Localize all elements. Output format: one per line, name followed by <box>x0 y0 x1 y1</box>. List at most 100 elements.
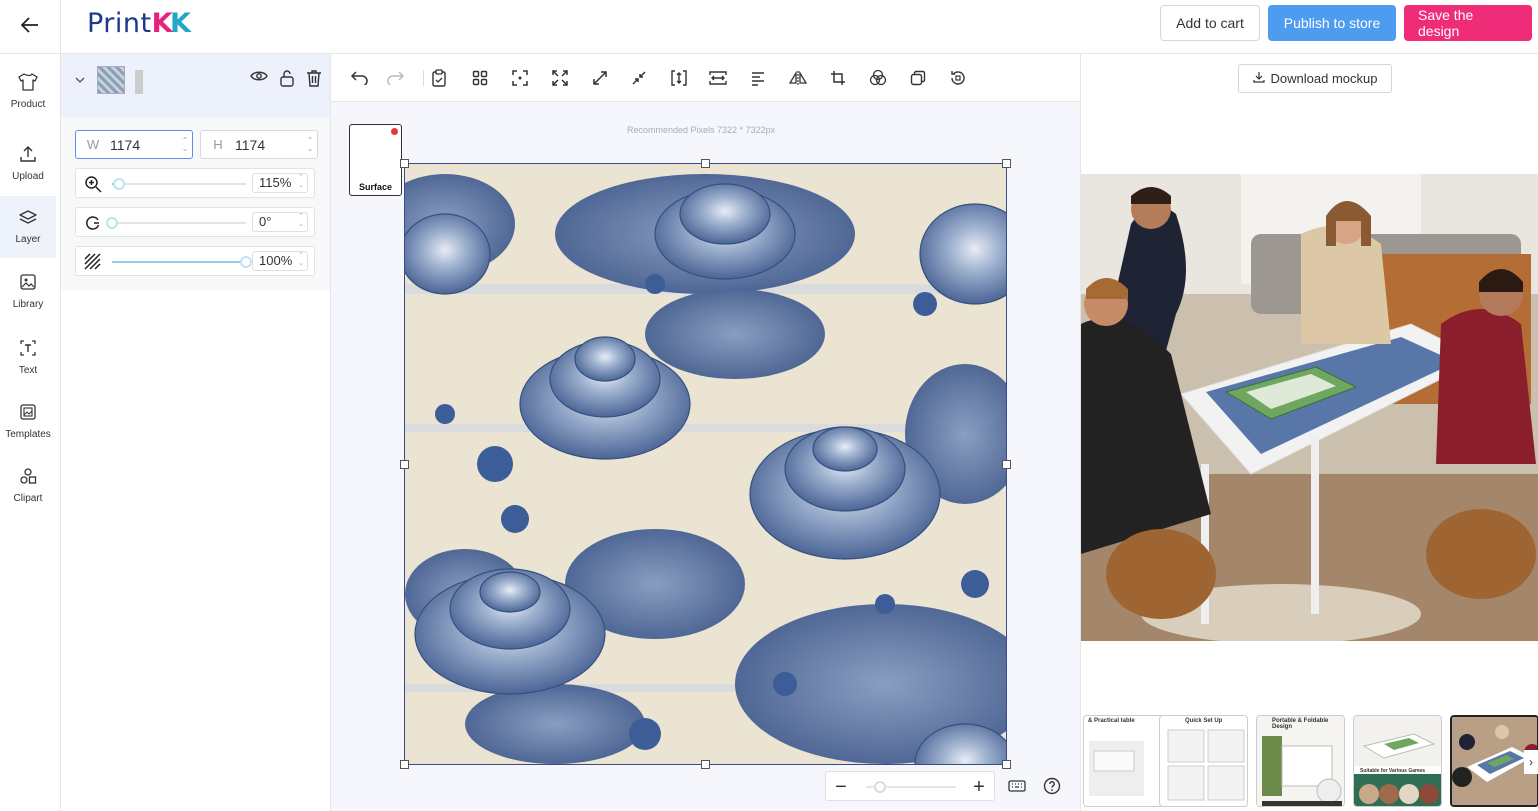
mockup-thumbnail[interactable]: Quick Set Up <box>1159 715 1248 807</box>
add-to-cart-button[interactable]: Add to cart <box>1160 5 1260 41</box>
nav-item-text[interactable]: Text <box>0 326 56 388</box>
logo-k2: K <box>170 8 192 39</box>
trash-icon[interactable] <box>306 69 322 87</box>
blue-floral-pattern <box>405 164 1006 764</box>
canvas-zoom-control: − + <box>825 771 995 801</box>
reset-icon[interactable] <box>948 68 968 88</box>
width-field[interactable]: W 1174 ⌃ ⌄ <box>75 130 193 159</box>
unlock-icon[interactable] <box>279 69 295 87</box>
nav-item-templates[interactable]: Templates <box>0 390 56 452</box>
resize-handle[interactable] <box>1002 760 1011 769</box>
help-icon[interactable] <box>1040 774 1064 798</box>
arrow-left-icon <box>20 16 39 38</box>
zoom-value-field[interactable]: 115% ⌃ ⌄ <box>252 173 308 193</box>
paste-icon[interactable] <box>429 68 449 88</box>
logo-text: Print <box>87 8 152 39</box>
mockup-thumbnails: & Practical table Quick Set Up Portable … <box>1081 715 1538 807</box>
fit-icon[interactable] <box>550 68 570 88</box>
resize-handle[interactable] <box>400 460 409 469</box>
zoom-value: 115% <box>259 175 292 190</box>
redo-icon[interactable] <box>385 68 405 88</box>
opacity-value: 100% <box>259 253 293 268</box>
layer-row[interactable] <box>61 54 330 118</box>
center-icon[interactable] <box>510 68 530 88</box>
nav-item-upload[interactable]: Upload <box>0 132 56 194</box>
filter-icon[interactable] <box>868 68 888 88</box>
layers-icon <box>19 209 37 234</box>
chevron-down-icon[interactable] <box>75 71 85 89</box>
undo-icon[interactable] <box>350 68 370 88</box>
surface-selector[interactable]: Surface <box>349 124 402 196</box>
edit-toolbar <box>331 54 1080 102</box>
resize-handle[interactable] <box>400 760 409 769</box>
download-mockup-label: Download mockup <box>1270 71 1378 86</box>
keyboard-icon[interactable] <box>1005 774 1029 798</box>
nav-item-product[interactable]: Product <box>0 60 56 122</box>
zoom-slider-row: 115% ⌃ ⌄ <box>75 168 315 198</box>
mockup-preview-panel: Download mockup & Practical table Quick … <box>1080 54 1538 811</box>
rotation-value-field[interactable]: 0° ⌃ ⌄ <box>252 212 308 232</box>
mockup-thumbnail[interactable]: Portable & Foldable Design <box>1256 715 1345 807</box>
zoom-out-button[interactable]: − <box>829 775 853 799</box>
fit-height-icon[interactable] <box>669 68 689 88</box>
stepper-icon[interactable]: ⌃ ⌄ <box>178 136 192 153</box>
height-field[interactable]: H 1174 ⌃ ⌄ <box>200 130 318 159</box>
slider-knob[interactable] <box>873 781 886 793</box>
mockup-thumbnail[interactable]: Suitable for Various Games <box>1353 715 1442 807</box>
opacity-slider-row: 100% ⌃ ⌄ <box>75 246 315 276</box>
height-value[interactable]: 1174 <box>235 137 303 153</box>
nav-label: Product <box>10 98 46 110</box>
rotation-slider[interactable] <box>106 217 246 229</box>
rotation-value: 0° <box>259 214 272 229</box>
flip-icon[interactable] <box>788 68 808 88</box>
canvas-zoom-slider[interactable] <box>866 781 956 793</box>
design-image[interactable] <box>404 163 1007 765</box>
nav-item-library[interactable]: Library <box>0 260 56 322</box>
duplicate-icon[interactable] <box>908 68 928 88</box>
logo[interactable]: PrintKK <box>87 8 191 39</box>
save-design-button[interactable]: Save the design <box>1404 5 1532 41</box>
expand-icon[interactable] <box>590 68 610 88</box>
resize-handle[interactable] <box>1002 460 1011 469</box>
grid-icon[interactable] <box>470 68 490 88</box>
opacity-value-field[interactable]: 100% ⌃ ⌄ <box>252 251 308 271</box>
slider-knob[interactable] <box>112 178 125 190</box>
zoom-in-button[interactable]: + <box>967 775 991 799</box>
layer-thumbnail <box>97 66 125 94</box>
thumbnail-caption: Portable & Foldable Design <box>1272 718 1329 730</box>
align-icon[interactable] <box>748 68 768 88</box>
zoom-in-icon <box>84 175 102 198</box>
resize-handle[interactable] <box>400 159 409 168</box>
stepper-icon[interactable]: ⌃ ⌄ <box>303 136 317 153</box>
resize-handle[interactable] <box>701 159 710 168</box>
resize-handle[interactable] <box>1002 159 1011 168</box>
layer-properties: W 1174 ⌃ ⌄ H 1174 ⌃ ⌄ 115% ⌃ ⌄ 0° ⌃ ⌄ 100% ⌃ ⌄ <box>61 118 330 290</box>
width-value[interactable]: 1174 <box>110 137 178 153</box>
zoom-slider[interactable] <box>112 178 246 190</box>
nav-item-clipart[interactable]: Clipart <box>0 454 56 516</box>
slider-knob[interactable] <box>106 217 118 229</box>
publish-to-store-button[interactable]: Publish to store <box>1268 5 1396 41</box>
download-mockup-button[interactable]: Download mockup <box>1238 64 1392 93</box>
back-button[interactable] <box>0 0 61 54</box>
rotation-slider-row: 0° ⌃ ⌄ <box>75 207 315 237</box>
chevron-right-icon[interactable]: › <box>1524 750 1538 774</box>
nav-item-layer[interactable]: Layer <box>0 196 56 258</box>
top-bar: PrintKK Add to cart Publish to store Sav… <box>0 0 1538 54</box>
nav-label: Text <box>18 364 38 376</box>
resize-handle[interactable] <box>701 760 710 769</box>
layer-panel: W 1174 ⌃ ⌄ H 1174 ⌃ ⌄ 115% ⌃ ⌄ 0° ⌃ ⌄ 100% ⌃ ⌄ <box>61 54 331 811</box>
mockup-thumbnail[interactable]: & Practical table <box>1083 715 1165 807</box>
opacity-icon <box>84 253 102 276</box>
rotate-icon <box>84 214 102 237</box>
shrink-icon[interactable] <box>629 68 649 88</box>
nav-label: Clipart <box>13 492 43 504</box>
nav-label: Templates <box>5 428 51 440</box>
thumbnail-caption: Suitable for Various Games <box>1360 768 1426 774</box>
opacity-slider[interactable] <box>112 256 252 268</box>
design-workspace: Recommended Pixels 7322 * 7322px Surface <box>331 54 1080 811</box>
fit-width-icon[interactable] <box>708 68 728 88</box>
eye-icon[interactable] <box>250 69 268 87</box>
slider-knob[interactable] <box>240 256 252 268</box>
crop-icon[interactable] <box>828 68 848 88</box>
